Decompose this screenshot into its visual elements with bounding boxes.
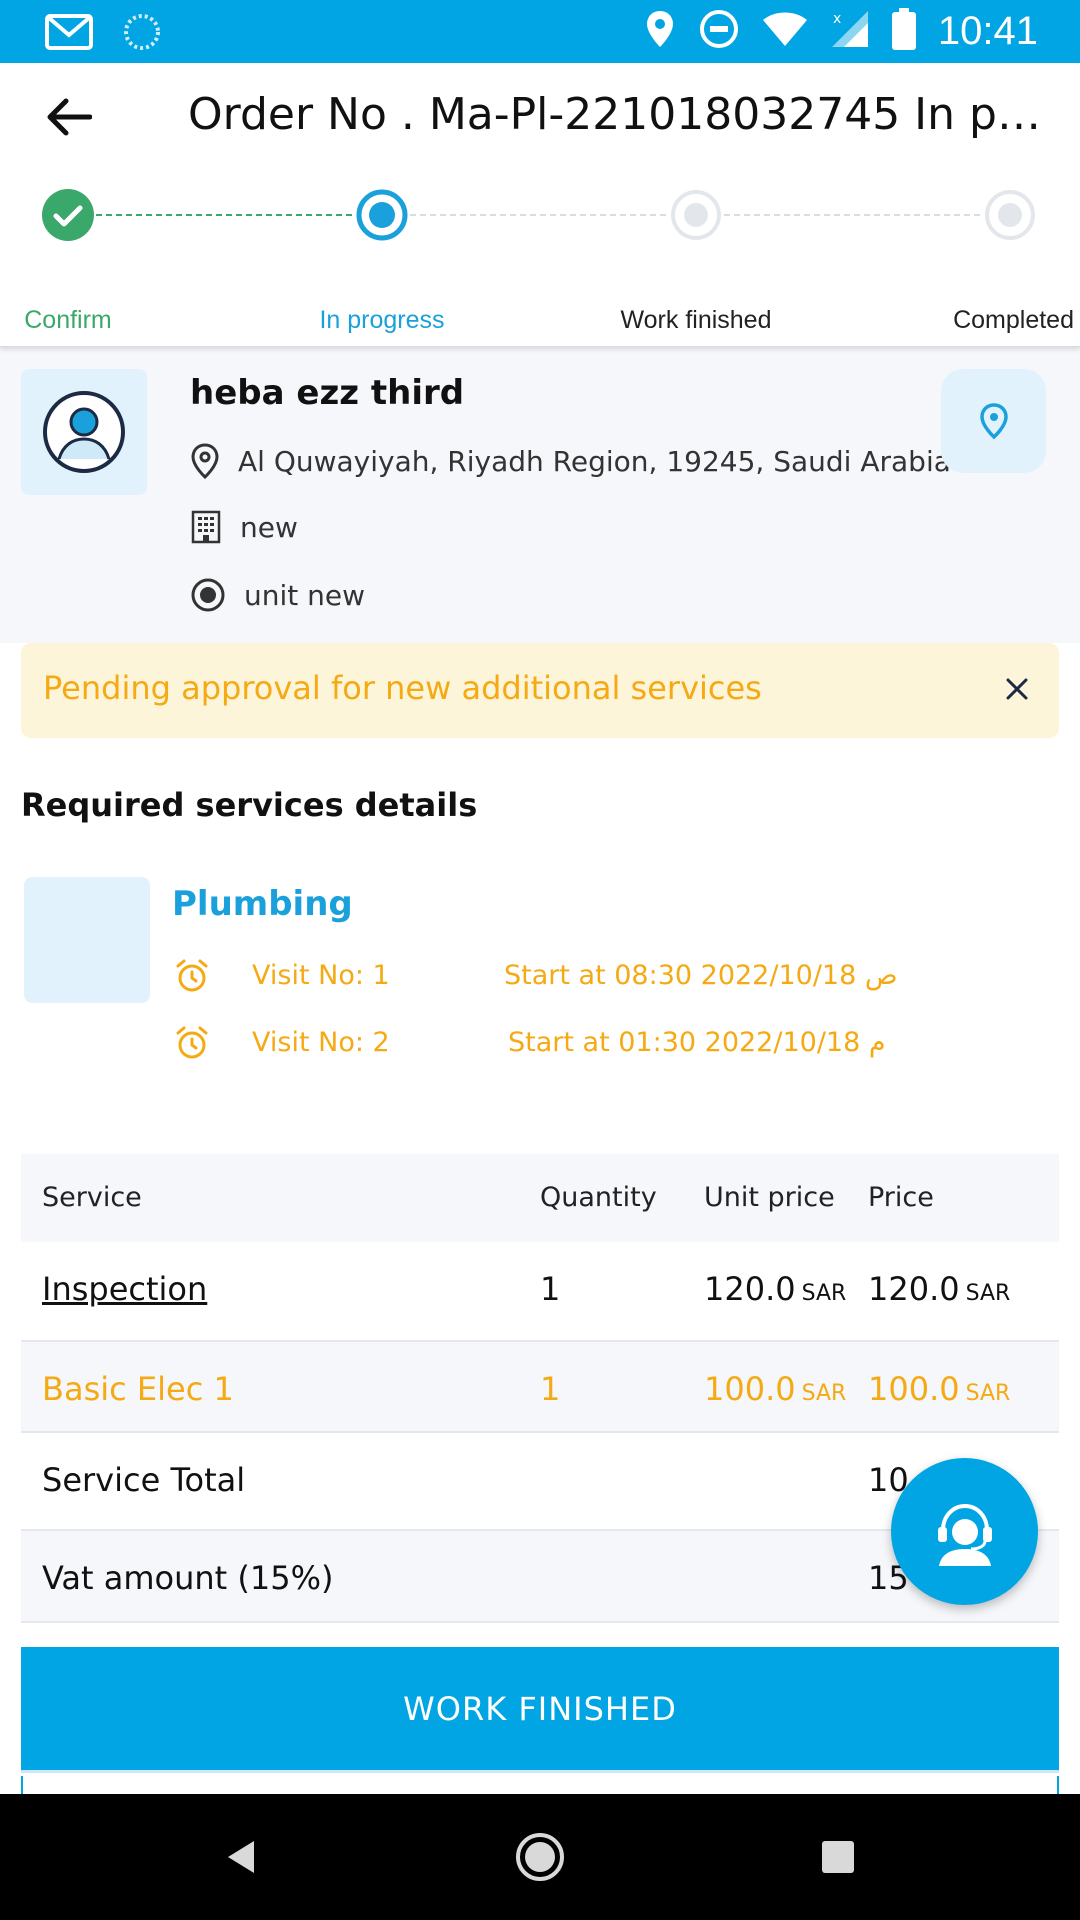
unit-row: unit new	[190, 577, 365, 613]
signal-icon: x	[830, 9, 870, 53]
step-work-finished: Work finished	[596, 171, 796, 347]
customer-name: heba ezz third	[190, 373, 465, 413]
quantity-value: 1	[540, 1370, 561, 1408]
step-label: Completed	[953, 306, 1074, 334]
current-step-icon	[356, 189, 408, 241]
visit-number: Visit No: 1	[252, 960, 390, 991]
step-in-progress: In progress	[282, 171, 482, 347]
amount: 120.0	[704, 1270, 796, 1308]
gmail-icon	[44, 13, 94, 55]
alert-text: Pending approval for new additional serv…	[43, 669, 762, 707]
work-finished-button[interactable]: WORK FINISHED	[21, 1647, 1059, 1773]
open-map-button[interactable]	[941, 369, 1046, 473]
unit-text: unit new	[244, 578, 366, 612]
radio-selected-icon	[191, 578, 225, 612]
col-service: Service	[42, 1182, 142, 1213]
amount: 100.0	[704, 1370, 796, 1408]
nav-back-button[interactable]	[212, 1827, 272, 1887]
order-stepper: Confirm In progress Work finished Comple…	[0, 171, 1080, 347]
amount: 100.0	[868, 1370, 960, 1408]
service-name: Plumbing	[172, 884, 353, 924]
avatar	[21, 369, 147, 495]
table-row: Inspection 1 120.0 SAR 120.0 SAR	[21, 1242, 1059, 1342]
alarm-clock-icon	[172, 956, 212, 996]
unit-price-value: 120.0 SAR	[704, 1270, 846, 1308]
close-icon	[1006, 678, 1028, 700]
table-row: Basic Elec 1 1 100.0 SAR 100.0 SAR	[21, 1342, 1059, 1433]
wifi-icon	[762, 10, 808, 52]
vat-label: Vat amount (15%)	[42, 1559, 334, 1597]
pending-step-icon	[671, 190, 721, 240]
location-pin-icon	[191, 443, 219, 479]
visit-row: Visit No: 2 Start at 01:30 2022/10/18 م	[172, 1023, 886, 1063]
address-text: Al Quwayiyah, Riyadh Region, 19245, Saud…	[238, 444, 951, 478]
amount: 120.0	[868, 1270, 960, 1308]
square-recents-icon	[822, 1841, 854, 1873]
nav-recents-button[interactable]	[808, 1827, 868, 1887]
address-row: Al Quwayiyah, Riyadh Region, 19245, Saud…	[190, 443, 951, 479]
step-label: In progress	[319, 306, 445, 334]
user-avatar-icon	[43, 391, 125, 473]
system-nav-bar	[0, 1794, 1080, 1920]
step-label: Work finished	[620, 306, 772, 334]
check-circle-icon	[42, 189, 94, 241]
alarm-clock-icon	[172, 1023, 212, 1063]
arrow-left-icon	[47, 98, 92, 136]
col-quantity: Quantity	[540, 1182, 657, 1213]
status-bar: x 10:41	[0, 0, 1080, 63]
battery-icon	[891, 8, 916, 54]
col-unit-price: Unit price	[704, 1182, 835, 1213]
secondary-button-edge	[21, 1776, 1059, 1794]
price-value: 120.0 SAR	[868, 1270, 1010, 1308]
visit-row: Visit No: 1 Start at 08:30 2022/10/18 ص	[172, 956, 898, 996]
step-label: Confirm	[24, 306, 112, 334]
home-circle-icon	[516, 1833, 564, 1881]
page-title: Order No . Ma-Pl-221018032745 In pr...	[188, 89, 1048, 140]
pending-approval-alert: Pending approval for new additional serv…	[21, 643, 1059, 738]
step-confirm: Confirm	[0, 171, 168, 347]
step-completed: Completed	[910, 171, 1080, 347]
triangle-back-icon	[228, 1841, 254, 1873]
col-price: Price	[868, 1182, 934, 1213]
location-icon	[644, 9, 676, 53]
currency: SAR	[965, 1381, 1011, 1406]
service-thumbnail	[24, 877, 150, 1003]
currency: SAR	[801, 1281, 847, 1306]
clock: 10:41	[937, 9, 1038, 53]
service-total-label: Service Total	[42, 1461, 246, 1499]
currency: SAR	[965, 1281, 1011, 1306]
nav-home-button[interactable]	[510, 1827, 570, 1887]
currency: SAR	[801, 1381, 847, 1406]
table-header: Service Quantity Unit price Price	[21, 1154, 1059, 1242]
service-link[interactable]: Inspection	[42, 1270, 207, 1308]
section-title: Required services details	[21, 786, 478, 824]
visit-start: Start at 08:30 2022/10/18 ص	[504, 960, 898, 991]
svg-text:x: x	[833, 11, 841, 27]
dnd-icon	[698, 8, 740, 54]
support-fab[interactable]	[891, 1458, 1038, 1605]
quantity-value: 1	[540, 1270, 561, 1308]
visit-number: Visit No: 2	[252, 1027, 390, 1058]
back-button[interactable]	[40, 89, 96, 145]
building-icon	[191, 510, 221, 544]
alert-close-button[interactable]	[997, 669, 1037, 709]
customer-card: heba ezz third Al Quwayiyah, Riyadh Regi…	[0, 347, 1080, 643]
building-text: new	[240, 510, 298, 544]
app-bar: Order No . Ma-Pl-221018032745 In pr...	[0, 63, 1080, 171]
visit-start: Start at 01:30 2022/10/18 م	[508, 1027, 886, 1058]
building-row: new	[190, 510, 298, 544]
map-pin-icon	[979, 403, 1008, 440]
pending-step-icon	[985, 190, 1035, 240]
loading-icon	[122, 12, 162, 56]
unit-price-value: 100.0 SAR	[704, 1370, 846, 1408]
price-value: 100.0 SAR	[868, 1370, 1010, 1408]
service-name-cell: Basic Elec 1	[42, 1370, 234, 1408]
support-agent-icon	[937, 1503, 992, 1566]
